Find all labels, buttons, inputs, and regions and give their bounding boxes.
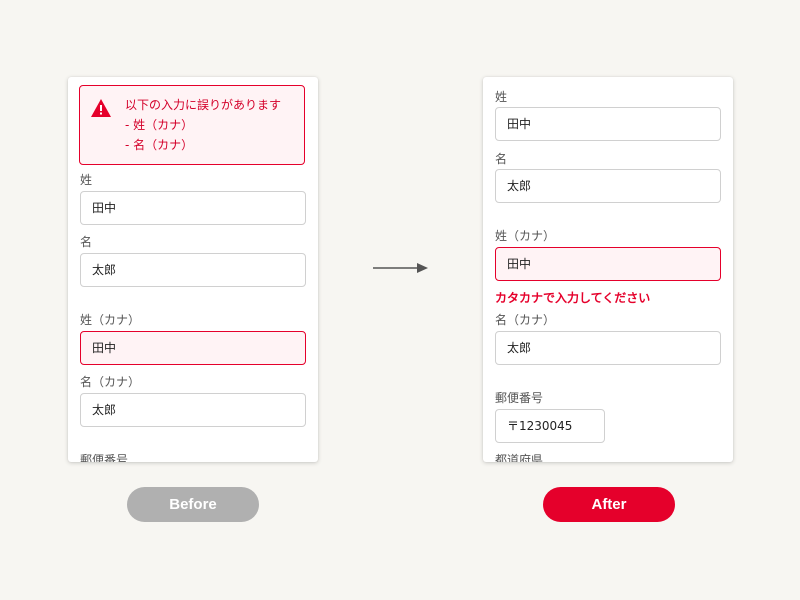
first-name-kana-input[interactable]: 太郎: [80, 393, 306, 427]
error-summary-alert: 以下の入力に誤りがあります - 姓（カナ） - 名（カナ）: [79, 85, 305, 165]
after-pill-label: After: [543, 487, 675, 522]
first-name-kana-label: 名（カナ）: [495, 313, 556, 327]
first-name-kana-label: 名（カナ）: [80, 375, 141, 389]
error-summary-item[interactable]: - 姓（カナ）: [125, 118, 193, 132]
after-form-card: 姓 田中 名 太郎 姓（カナ） 田中 カタカナで入力してください 名（カナ） 太…: [483, 77, 733, 462]
last-name-label: 姓: [80, 173, 93, 187]
postal-code-label: 郵便番号: [80, 453, 129, 462]
first-name-kana-input[interactable]: 太郎: [495, 331, 721, 365]
before-pill-label: Before: [127, 487, 259, 522]
last-name-kana-label: 姓（カナ）: [80, 313, 141, 327]
error-summary-title: 以下の入力に誤りがあります: [125, 98, 282, 112]
error-summary-item[interactable]: - 名（カナ）: [125, 138, 193, 152]
last-name-kana-input[interactable]: 田中: [80, 331, 306, 365]
last-name-input[interactable]: 田中: [80, 191, 306, 225]
first-name-label: 名: [495, 152, 508, 166]
warning-icon: [90, 98, 112, 121]
last-name-kana-input[interactable]: 田中: [495, 247, 721, 281]
arrow-right-icon: [372, 260, 430, 279]
postal-code-label: 郵便番号: [495, 391, 544, 405]
last-name-input[interactable]: 田中: [495, 107, 721, 141]
last-name-kana-label: 姓（カナ）: [495, 229, 556, 243]
first-name-input[interactable]: 太郎: [495, 169, 721, 203]
inline-error-message: カタカナで入力してください: [495, 291, 651, 305]
prefecture-label: 都道府県: [495, 453, 544, 462]
before-form-card: 以下の入力に誤りがあります - 姓（カナ） - 名（カナ） 姓 田中 名 太郎 …: [68, 77, 318, 462]
first-name-input[interactable]: 太郎: [80, 253, 306, 287]
last-name-label: 姓: [495, 90, 508, 104]
postal-code-input[interactable]: 〒1230045: [495, 409, 605, 443]
first-name-label: 名: [80, 235, 93, 249]
